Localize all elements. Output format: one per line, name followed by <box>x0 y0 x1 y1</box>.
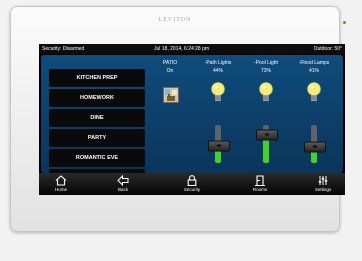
dimmer-slider-knob[interactable] <box>208 140 230 152</box>
scene-button-kitchen-prep[interactable]: KITCHEN PREP <box>49 69 145 87</box>
back-arrow-icon <box>117 175 129 186</box>
load-value-path-lights: 44% <box>212 68 223 74</box>
power-indicator-icon <box>343 21 346 24</box>
sliders-icon <box>318 176 328 185</box>
home-icon <box>55 175 67 186</box>
scene-list: KITCHEN PREP HOMEWORK DINE PARTY ROMANTI… <box>49 69 145 189</box>
nav-back-button[interactable]: Back <box>103 175 143 195</box>
scene-button-romantic-eve[interactable]: ROMANTIC EVE <box>49 149 145 167</box>
nav-rooms-button[interactable]: Rooms <box>240 175 280 195</box>
lock-icon <box>187 175 197 186</box>
patio-photo-icon[interactable] <box>163 87 179 103</box>
bulb-icon[interactable] <box>258 82 274 104</box>
dimmer-slider-knob[interactable] <box>304 141 326 153</box>
nav-label-security: Security <box>183 187 201 192</box>
load-patio: PATIO On <box>146 55 194 173</box>
load-name-pool-light: -Pool Light <box>254 60 278 66</box>
scene-button-party[interactable]: PARTY <box>49 129 145 147</box>
nav-label-home: Home <box>54 187 67 192</box>
bottom-nav-bar: Home Back Security Rooms Settings <box>39 173 345 195</box>
bulb-icon[interactable] <box>210 82 226 104</box>
nav-label-settings: Settings <box>314 187 332 192</box>
status-bar: Security: Disarmed Jul 18, 2014, 6:24:28… <box>39 44 345 54</box>
load-name-patio: PATIO <box>162 60 178 66</box>
main-panel: KITCHEN PREP HOMEWORK DINE PARTY ROMANTI… <box>41 55 343 187</box>
load-name-path-lights: -Path Lights <box>204 60 232 66</box>
date-time: Jul 18, 2014, 6:24:28 pm <box>154 46 210 52</box>
nav-label-back: Back <box>117 187 128 192</box>
nav-settings-button[interactable]: Settings <box>303 175 343 195</box>
load-value-pool-light: 73% <box>260 68 271 74</box>
load-pool-light: -Pool Light 73% <box>242 55 290 173</box>
touchscreen-display: Security: Disarmed Jul 18, 2014, 6:24:28… <box>39 44 345 195</box>
load-value-flood-lamps: 41% <box>308 68 319 74</box>
nav-label-rooms: Rooms <box>252 187 268 192</box>
nav-home-button[interactable]: Home <box>41 175 81 195</box>
bulb-icon[interactable] <box>306 82 322 104</box>
door-icon <box>255 175 265 186</box>
brand-logo: LEVITON <box>158 17 192 23</box>
load-value-patio: On <box>166 68 174 74</box>
load-name-flood-lamps: -Flood Lamps <box>298 60 330 66</box>
outdoor-temperature: Outdoor: 50° <box>313 46 342 52</box>
load-flood-lamps: -Flood Lamps 41% <box>290 55 338 173</box>
nav-security-button[interactable]: Security <box>172 175 212 195</box>
scene-button-homework[interactable]: HOMEWORK <box>49 89 145 107</box>
scene-button-dine[interactable]: DINE <box>49 109 145 127</box>
load-controls: PATIO On -Path Lights 44% -Pool Light 73… <box>146 55 343 173</box>
security-status: Security: Disarmed <box>42 46 85 52</box>
load-path-lights: -Path Lights 44% <box>194 55 242 173</box>
dimmer-slider-knob[interactable] <box>256 129 278 141</box>
